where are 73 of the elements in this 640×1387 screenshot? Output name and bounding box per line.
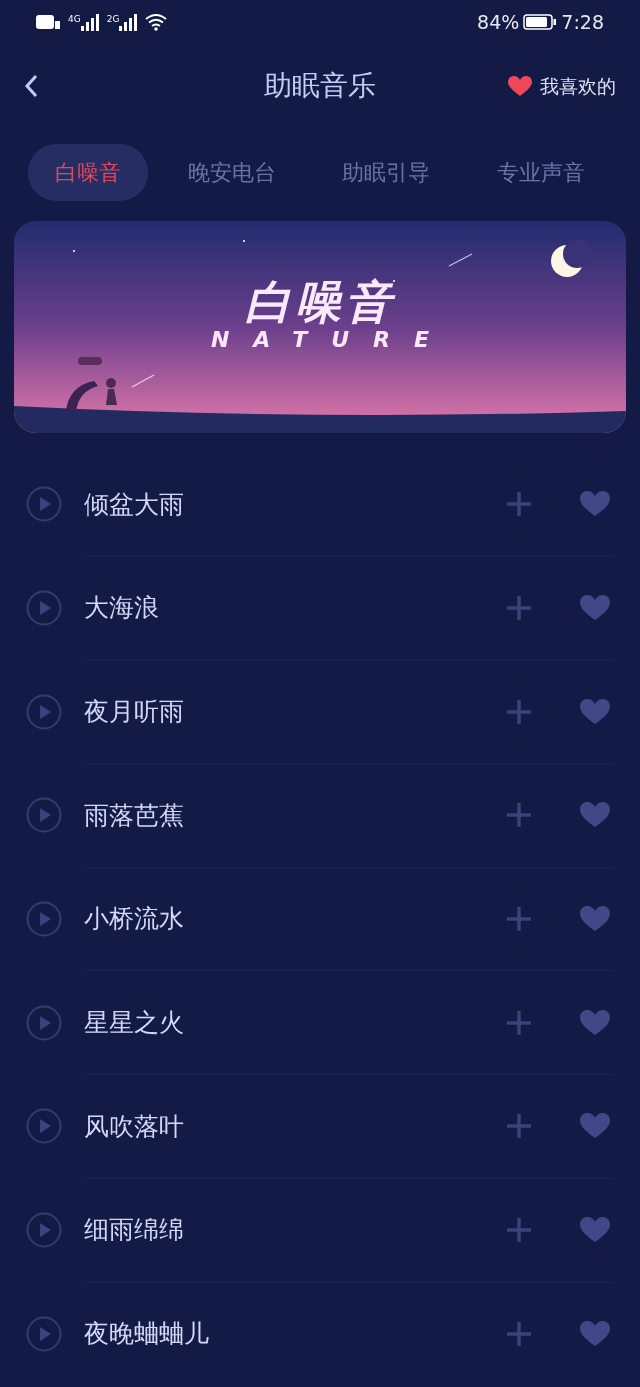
signal-icon	[119, 13, 138, 31]
play-icon	[26, 1315, 62, 1352]
network-label: 2G	[106, 13, 120, 26]
back-button[interactable]	[24, 74, 38, 98]
track-name[interactable]: 夜晚蛐蛐儿	[84, 1315, 506, 1353]
add-button[interactable]	[506, 1009, 532, 1036]
play-icon	[26, 1004, 62, 1041]
favorite-button[interactable]	[580, 1320, 610, 1347]
favorite-button[interactable]	[580, 698, 610, 725]
play-button[interactable]	[26, 1108, 62, 1145]
favorite-button[interactable]	[580, 1009, 610, 1036]
signal-icon	[80, 13, 99, 31]
track-name[interactable]: 风吹落叶	[84, 1107, 506, 1146]
play-button[interactable]	[26, 1004, 62, 1041]
favorite-button[interactable]	[580, 1217, 610, 1244]
track-name[interactable]: 倾盆大雨	[84, 485, 506, 524]
track-name[interactable]: 星星之火	[84, 1004, 506, 1042]
add-button[interactable]	[506, 1113, 532, 1140]
favorite-button[interactable]	[580, 1113, 610, 1140]
play-icon	[26, 1212, 62, 1249]
plus-icon	[506, 906, 532, 933]
favorites-link[interactable]: 我喜欢的	[540, 71, 616, 101]
page-title: 助眠音乐	[264, 68, 376, 104]
add-button[interactable]	[506, 698, 532, 725]
banner-title: 白噪音	[245, 279, 395, 325]
play-icon	[26, 901, 62, 938]
play-icon	[26, 486, 62, 523]
plus-icon	[506, 595, 532, 622]
play-icon	[26, 693, 62, 730]
play-icon	[26, 1108, 62, 1145]
play-button[interactable]	[26, 797, 62, 834]
favorite-button[interactable]	[580, 595, 610, 622]
plus-icon	[506, 698, 532, 725]
add-button[interactable]	[506, 595, 532, 622]
track-name[interactable]: 大海浪	[84, 589, 506, 627]
play-button[interactable]	[26, 486, 62, 523]
favorite-button[interactable]	[580, 906, 610, 933]
track-name[interactable]: 夜月听雨	[84, 692, 506, 731]
wifi-icon	[145, 13, 168, 31]
plus-icon	[506, 1320, 532, 1347]
plus-icon	[506, 1009, 532, 1036]
hd-icon	[36, 13, 60, 31]
back-icon	[24, 74, 38, 98]
plus-icon	[506, 1113, 532, 1140]
track-name[interactable]: 细雨绵绵	[84, 1211, 506, 1249]
heart-icon	[508, 75, 532, 97]
favorite-button[interactable]	[580, 491, 610, 518]
tab[interactable]: 助眠引导	[315, 144, 458, 201]
plus-icon	[506, 491, 532, 518]
network-label: 4G	[68, 13, 81, 26]
play-button[interactable]	[26, 590, 62, 627]
play-button[interactable]	[26, 1315, 62, 1352]
tab[interactable]: 专业声音	[469, 144, 612, 201]
add-button[interactable]	[506, 1320, 532, 1347]
tab[interactable]: 晚安电台	[160, 144, 303, 201]
banner-subtitle: NATURE	[210, 329, 454, 351]
battery-percent: 84%	[477, 9, 520, 35]
play-button[interactable]	[26, 901, 62, 938]
play-button[interactable]	[26, 1212, 62, 1249]
add-button[interactable]	[506, 1217, 532, 1244]
plus-icon	[506, 802, 532, 829]
play-icon	[26, 590, 62, 627]
plus-icon	[506, 1217, 532, 1244]
battery-icon	[523, 13, 558, 31]
clock: 7:28	[561, 9, 604, 35]
track-name[interactable]: 雨落芭蕉	[84, 796, 506, 835]
play-icon	[26, 797, 62, 834]
add-button[interactable]	[506, 802, 532, 829]
add-button[interactable]	[506, 491, 532, 518]
add-button[interactable]	[506, 906, 532, 933]
track-name[interactable]: 小桥流水	[84, 900, 506, 938]
favorite-button[interactable]	[580, 802, 610, 829]
play-button[interactable]	[26, 693, 62, 730]
